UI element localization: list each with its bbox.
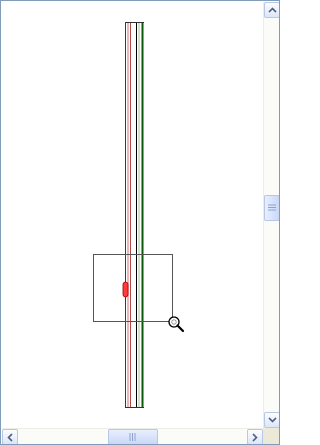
scrollbar-corner [263,428,279,444]
horizontal-scroll-thumb[interactable] [107,429,158,444]
horizontal-scrollbar[interactable] [2,428,263,444]
scroll-left-button[interactable] [2,429,18,444]
scroll-right-button[interactable] [247,429,263,444]
scroll-up-button[interactable] [264,2,279,18]
drawing-canvas[interactable] [2,2,263,428]
magnifier-icon [168,316,185,333]
grip-icon [129,433,136,441]
marker-red [122,281,129,298]
grip-icon [268,204,276,211]
arrow-up-icon [267,7,277,13]
arrow-down-icon [267,417,277,423]
arrow-left-icon [7,432,13,442]
vertical-scrollbar[interactable] [263,2,279,428]
zoom-selection-rect [93,254,173,322]
scroll-down-button[interactable] [264,412,279,428]
arrow-right-icon [252,432,258,442]
track-lines [125,22,144,408]
vertical-scroll-thumb[interactable] [264,194,279,221]
drawing-viewer [0,0,280,445]
